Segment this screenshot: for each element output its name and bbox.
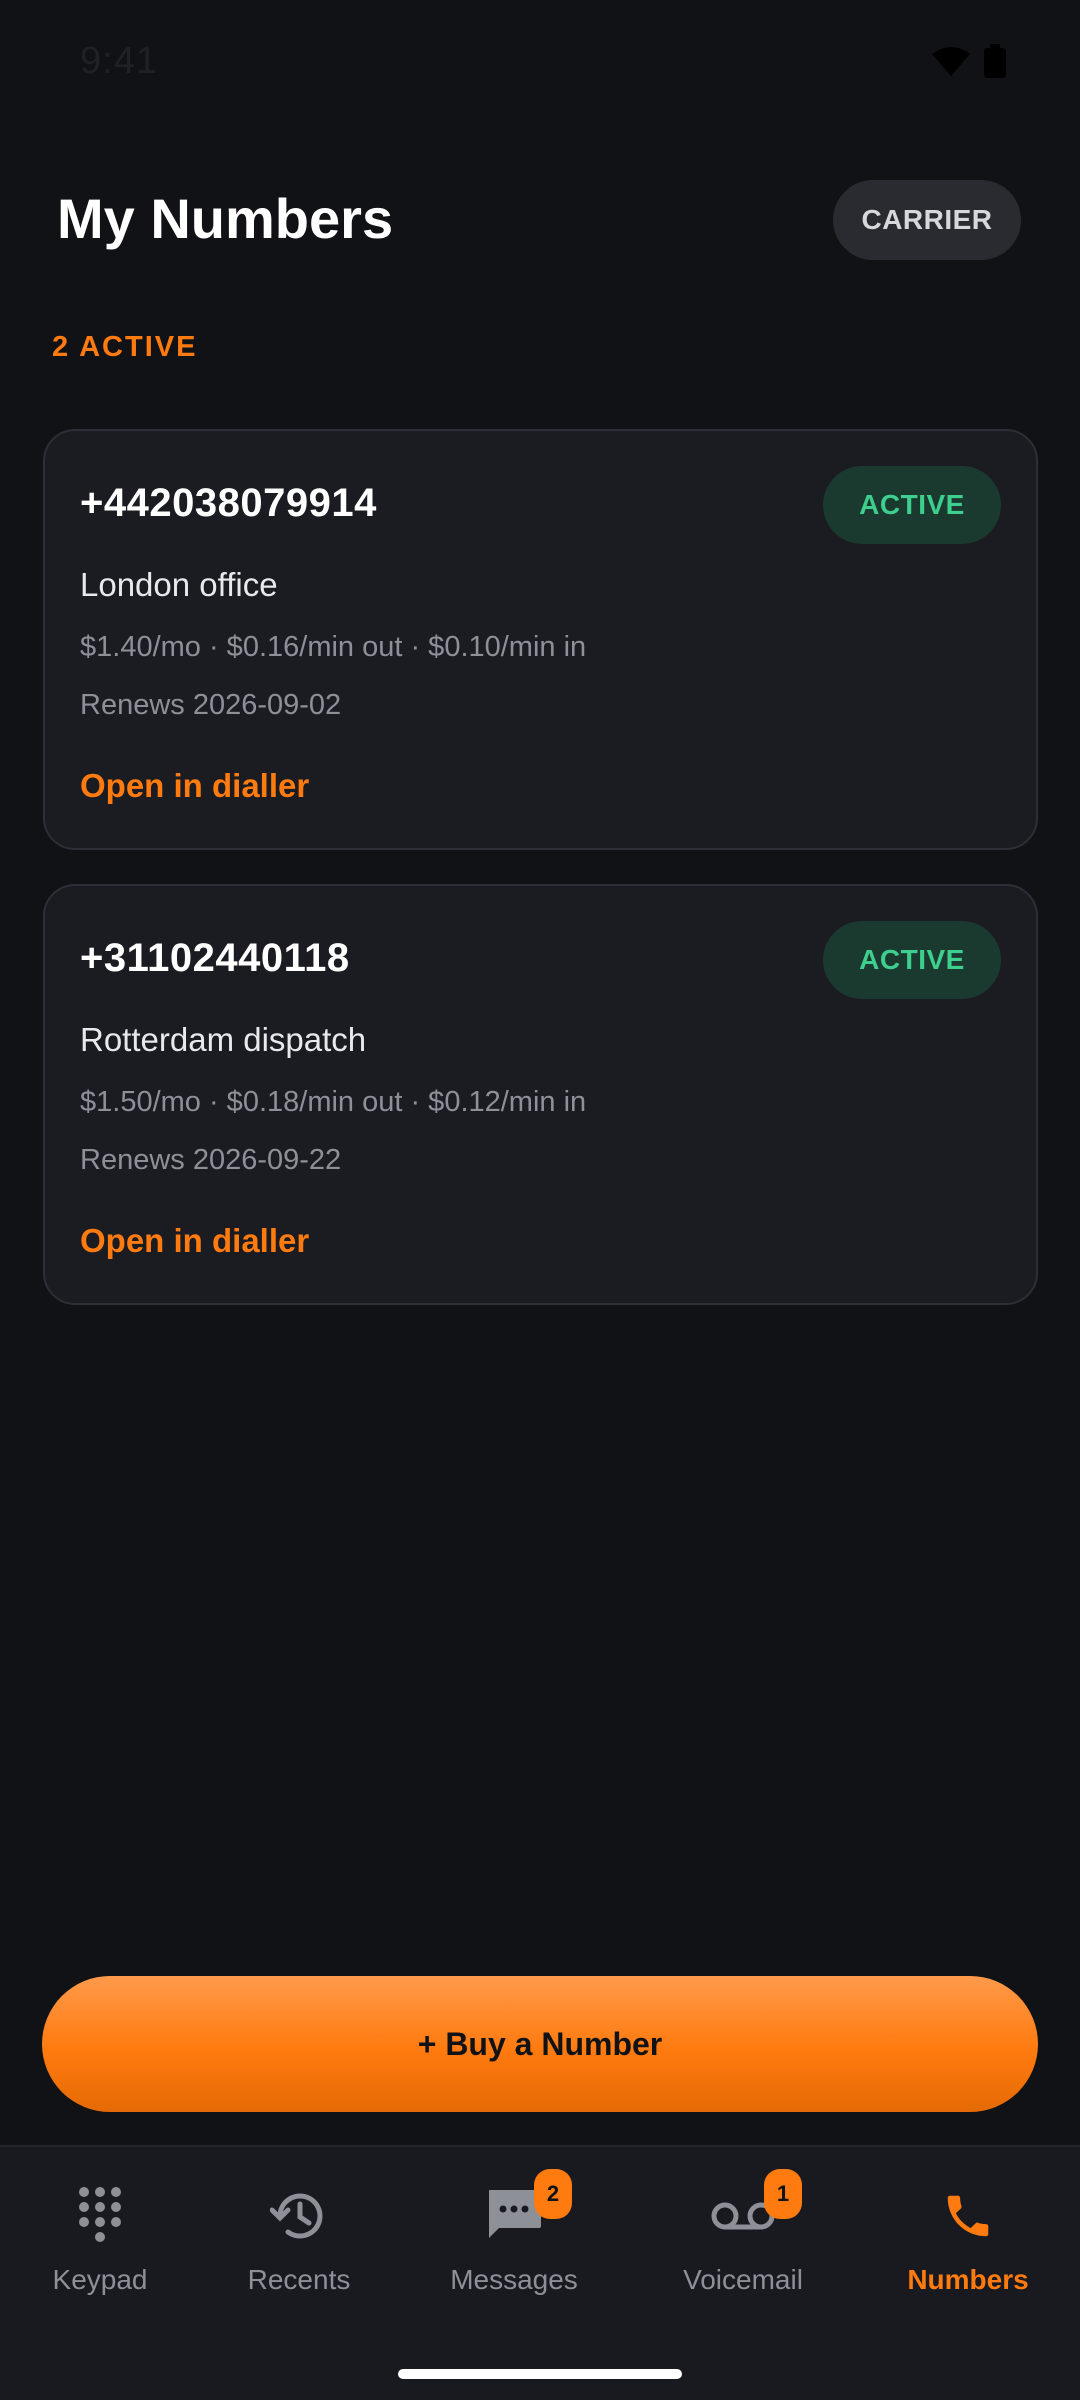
history-icon xyxy=(264,2181,334,2251)
pricing-text: $1.40/mo · $0.16/min out · $0.10/min in xyxy=(80,631,587,663)
nav-item-recents[interactable]: Recents xyxy=(199,2147,399,2327)
status-badge: ACTIVE xyxy=(823,466,1001,544)
screen: 9:41 My Numbers CARRIER 2 ACTIVE +442038… xyxy=(0,0,1080,2400)
voicemail-badge: 1 xyxy=(764,2169,802,2219)
wifi-icon xyxy=(932,46,970,76)
messages-badge: 2 xyxy=(534,2169,572,2219)
renewal-date: Renews 2026-09-02 xyxy=(80,689,342,721)
nav-label: Voicemail xyxy=(683,2264,803,2295)
keypad-icon xyxy=(65,2181,135,2251)
status-icons xyxy=(932,44,1006,78)
status-time: 9:41 xyxy=(80,40,158,82)
nav-label: Numbers xyxy=(907,2264,1029,2295)
active-count: 2 ACTIVE xyxy=(52,331,198,363)
open-in-dialler-link[interactable]: Open in dialler xyxy=(80,767,309,805)
pricing-text: $1.50/mo · $0.18/min out · $0.12/min in xyxy=(80,1086,587,1118)
carrier-button[interactable]: CARRIER xyxy=(833,180,1021,260)
status-bar: 9:41 xyxy=(0,0,1080,130)
nav-item-voicemail[interactable]: 1 Voicemail xyxy=(643,2147,843,2327)
phone-number: +442038079914 xyxy=(80,481,377,525)
bottom-nav: Keypad Recents 2 Messages 1 Voicemail Nu… xyxy=(0,2145,1080,2400)
renewal-date: Renews 2026-09-22 xyxy=(80,1144,342,1176)
nav-item-numbers[interactable]: Numbers xyxy=(868,2147,1068,2327)
number-label: London office xyxy=(80,566,278,603)
nav-item-keypad[interactable]: Keypad xyxy=(0,2147,200,2327)
number-card[interactable]: +31102440118 ACTIVE Rotterdam dispatch $… xyxy=(43,884,1038,1305)
status-badge: ACTIVE xyxy=(823,921,1001,999)
home-indicator[interactable] xyxy=(398,2369,682,2379)
buy-number-button[interactable]: + Buy a Number xyxy=(42,1976,1038,2112)
number-card[interactable]: +442038079914 ACTIVE London office $1.40… xyxy=(43,429,1038,850)
nav-item-messages[interactable]: 2 Messages xyxy=(414,2147,614,2327)
phone-number: +31102440118 xyxy=(80,936,350,980)
open-in-dialler-link[interactable]: Open in dialler xyxy=(80,1222,309,1260)
battery-icon xyxy=(984,44,1006,78)
page-title: My Numbers xyxy=(57,187,394,250)
nav-label: Recents xyxy=(247,2264,351,2295)
nav-label: Keypad xyxy=(52,2264,148,2295)
number-label: Rotterdam dispatch xyxy=(80,1021,367,1058)
phone-icon xyxy=(933,2181,1003,2251)
nav-label: Messages xyxy=(450,2264,578,2295)
